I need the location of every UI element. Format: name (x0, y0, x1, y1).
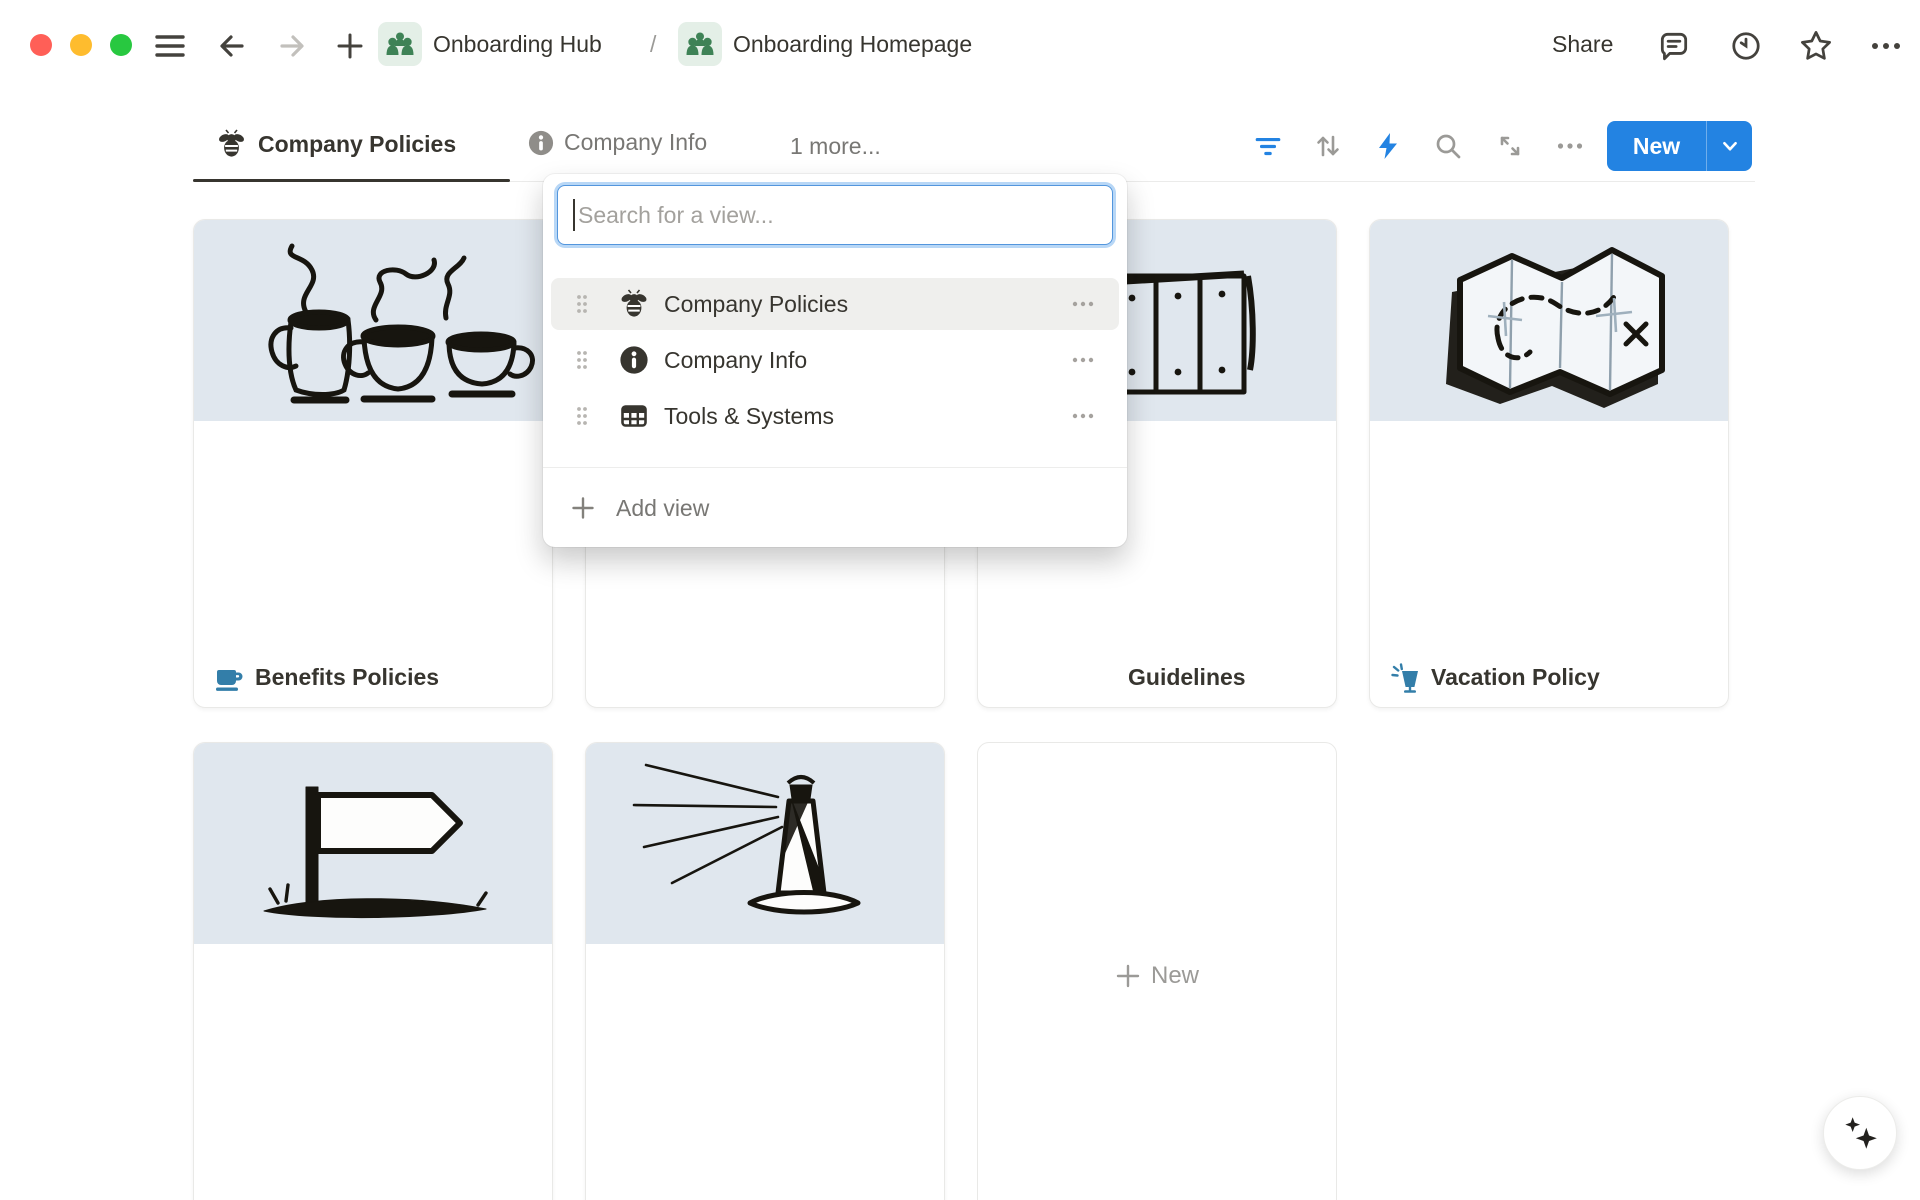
search-icon[interactable] (1428, 126, 1468, 166)
new-button-group: New (1607, 121, 1752, 171)
view-options-icon[interactable] (1071, 355, 1097, 365)
window-titlebar: Onboarding Hub / Onboarding Homepage Sha… (0, 0, 1920, 74)
onboarding-hub-page-icon[interactable] (378, 22, 422, 66)
card-title-text: Guidelines (1128, 657, 1246, 698)
guests-card-cover-image (586, 743, 944, 944)
tab-company-policies[interactable]: Company Policies (215, 129, 456, 159)
comments-icon[interactable] (1656, 28, 1692, 64)
close-window-button[interactable] (30, 34, 52, 56)
card-title: Vacation Policy (1390, 657, 1600, 698)
tab-company-info[interactable]: Company Info (528, 129, 707, 156)
table-icon (619, 401, 649, 431)
sidebar-menu-icon[interactable] (152, 28, 188, 64)
card-office-badge[interactable]: Requesting an Office Badge Sandra Lukac … (193, 742, 553, 1200)
sparkles-icon (1839, 1112, 1881, 1154)
view-name: Company Info (664, 347, 1071, 374)
view-options-icon[interactable] (1071, 411, 1097, 421)
breadcrumb-item-hub[interactable]: Onboarding Hub (433, 31, 602, 58)
filter-icon[interactable] (1248, 126, 1288, 166)
card-title-text: Benefits Policies (255, 657, 439, 698)
drag-handle-icon[interactable] (575, 405, 589, 427)
vacation-card-cover-image (1370, 220, 1728, 421)
view-menu-item-company-policies[interactable]: Company Policies (551, 278, 1119, 330)
card-benefits-policies[interactable]: Benefits Policies Sandra Lukac Ana Ha Po… (193, 219, 553, 708)
more-views-link[interactable]: 1 more... (790, 133, 881, 160)
vacation-drink-icon (1390, 663, 1420, 693)
view-name: Tools & Systems (664, 403, 1071, 430)
plus-icon (1115, 963, 1141, 989)
card-title: Benefits Policies (214, 657, 439, 698)
more-options-icon[interactable] (1868, 28, 1904, 64)
plus-icon (570, 495, 596, 521)
active-tab-underline (193, 179, 510, 182)
view-switcher-menu: Company Policies Company Info (543, 174, 1127, 547)
share-button[interactable]: Share (1552, 31, 1613, 58)
new-button[interactable]: New (1607, 121, 1706, 171)
info-icon (619, 345, 649, 375)
sort-icon[interactable] (1308, 126, 1348, 166)
add-view-label: Add view (616, 495, 709, 522)
new-card-label-row: New (978, 962, 1336, 990)
view-options-icon[interactable] (1071, 299, 1097, 309)
new-card-label: New (1151, 962, 1199, 990)
expand-icon[interactable] (1490, 126, 1530, 166)
bee-icon (215, 129, 248, 159)
new-button-dropdown[interactable] (1706, 121, 1752, 171)
view-tabs-bar: Company Policies Company Info 1 more... (0, 96, 1920, 186)
onboarding-homepage-page-icon[interactable] (678, 22, 722, 66)
bee-icon (619, 289, 649, 319)
view-search-input[interactable] (557, 185, 1113, 245)
badge-card-cover-image (194, 743, 552, 944)
add-view-button[interactable]: Add view (551, 486, 1119, 530)
menu-divider (543, 467, 1127, 468)
info-icon (528, 130, 554, 156)
card-office-guests[interactable]: Office Guests Sandra Lukac Policies Abou… (585, 742, 945, 1200)
new-item-card[interactable]: New (977, 742, 1337, 1200)
coffee-cup-icon (214, 663, 244, 693)
app-window: Onboarding Hub / Onboarding Homepage Sha… (0, 0, 1920, 1200)
ai-assistant-button[interactable] (1823, 1096, 1897, 1170)
drag-handle-icon[interactable] (575, 349, 589, 371)
view-name: Company Policies (664, 291, 1071, 318)
maximize-window-button[interactable] (110, 34, 132, 56)
history-clock-icon[interactable] (1728, 28, 1764, 64)
tab-label: Company Policies (258, 131, 456, 158)
text-cursor (573, 199, 575, 231)
view-menu-item-tools-systems[interactable]: Tools & Systems (551, 390, 1119, 442)
view-menu-item-company-info[interactable]: Company Info (551, 334, 1119, 386)
view-settings-icon[interactable] (1550, 126, 1590, 166)
back-icon[interactable] (214, 28, 250, 64)
tab-label: Company Info (564, 129, 707, 156)
breadcrumb-item-homepage[interactable]: Onboarding Homepage (733, 31, 972, 58)
minimize-window-button[interactable] (70, 34, 92, 56)
card-title-text: Vacation Policy (1431, 657, 1600, 698)
breadcrumb-separator: / (650, 31, 656, 58)
benefits-card-cover-image (194, 220, 552, 421)
drag-handle-icon[interactable] (575, 293, 589, 315)
automations-lightning-icon[interactable] (1368, 126, 1408, 166)
forward-icon[interactable] (274, 28, 310, 64)
favorite-star-icon[interactable] (1798, 28, 1834, 64)
card-vacation-policy[interactable]: Vacation Policy Sandra Lukac Ana Hau Pol… (1369, 219, 1729, 708)
new-page-icon[interactable] (332, 28, 368, 64)
card-title: Guidelines (1128, 657, 1246, 698)
